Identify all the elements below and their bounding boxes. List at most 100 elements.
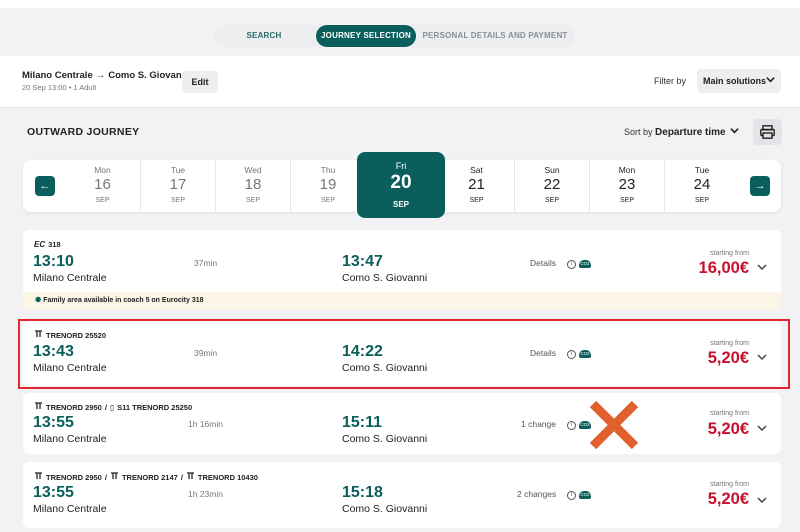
info-icon[interactable]: i [567,260,576,269]
day-number: 22 [543,176,561,193]
price: 5,20€ [707,420,749,438]
day-of-week: Tue [170,165,186,175]
month: SEP [320,197,335,204]
filter-select[interactable]: Main solutions [697,69,781,93]
day-of-week: Thu [320,165,336,175]
date-16[interactable]: Mon 16 SEP [65,160,140,212]
day-of-week: Wed [244,165,262,175]
train-number: S11 TRENORD 25250 [117,403,193,412]
co2-icon[interactable]: CO2 [579,491,591,499]
train-icon [186,472,194,479]
co2-icon[interactable]: CO2 [579,350,591,358]
day-number: 23 [618,176,636,193]
chevron-down-icon[interactable] [757,423,767,436]
details-link[interactable]: Details [530,258,556,268]
cross-mark-icon [589,400,639,450]
separator: / [180,473,183,482]
arrival-station: Como S. Giovanni [342,433,428,445]
solution-card[interactable]: TRENORD 2950/▯ S11 TRENORD 25250 13:55 Mi… [23,393,781,454]
route-arrow-icon: → [95,70,106,81]
train-icon [35,402,42,409]
month: SEP [95,197,110,204]
chevron-down-icon [766,69,775,93]
day-number: 21 [468,176,485,193]
date-24[interactable]: Tue 24 SEP [664,160,739,212]
details-link[interactable]: Details [530,348,556,358]
chevron-down-icon[interactable] [757,495,767,508]
train-info: TRENORD 2950/▯ S11 TRENORD 25250 [34,402,192,412]
date-selector: ← Mon 16 SEP Tue 17 SEP Wed 18 SEP Thu 19 SEP Fr… [23,152,781,218]
chevron-down-icon [730,128,739,134]
info-icon[interactable]: i [567,491,576,500]
starting-from-label: starting from [710,340,749,347]
month: SEP [694,197,709,204]
day-number: 19 [319,176,337,193]
day-number: 16 [94,176,111,193]
sort-control[interactable]: Sort by Departure time [624,126,739,138]
printer-icon [760,125,775,139]
metro-icon: ▯ [109,403,115,412]
starting-from-label: starting from [710,481,749,488]
day-of-week: Sun [544,165,560,175]
sort-value: Departure time [655,127,726,138]
family-icon: ⚉ [35,297,42,304]
step-personal-details-payment: PERSONAL DETAILS AND PAYMENT [422,31,568,40]
day-number: 20 [390,172,412,193]
day-of-week: Mon [94,165,111,175]
train-icon [35,472,42,479]
train-number: TRENORD 2950 [46,473,102,482]
print-button[interactable] [753,119,782,145]
month: SEP [544,197,559,204]
chevron-down-icon[interactable] [757,262,767,275]
changes-link[interactable]: 1 change [521,419,556,429]
arrival-station: Como S. Giovanni [342,503,428,515]
departure-time: 13:55 [33,484,74,501]
date-17[interactable]: Tue 17 SEP [140,160,215,212]
solution-card[interactable]: EC 318 13:10 Milano Centrale 37min 13:47 … [23,230,781,310]
day-number: 24 [693,176,711,193]
arrival-time: 15:11 [342,414,383,431]
train-number: 318 [48,240,61,249]
month: SEP [619,197,634,204]
chevron-down-icon[interactable] [757,352,767,365]
journey-duration: 1h 23min [188,489,223,499]
date-21[interactable]: Sat 21 SEP [439,160,514,212]
train-info: TRENORD 25520 [34,330,106,340]
separator: / [104,403,107,412]
search-summary-header: Milano Centrale → Como S. Giovanni 20 Sep … [0,56,800,108]
co2-icon[interactable]: CO2 [579,260,591,268]
date-22[interactable]: Sun 22 SEP [514,160,589,212]
arrival-station: Como S. Giovanni [342,362,428,374]
previous-date-button[interactable]: ← [35,176,55,196]
date-18[interactable]: Wed 18 SEP [215,160,290,212]
departure-station: Milano Centrale [33,362,107,374]
journey-duration: 39min [194,348,218,358]
price: 16,00€ [698,259,749,277]
day-of-week: Tue [694,165,710,175]
solution-card[interactable]: TRENORD 2950/TRENORD 2147/TRENORD 10430 … [23,462,781,528]
next-date-button[interactable]: → [750,176,770,196]
date-20-selected[interactable]: Fri 20 SEP [357,152,445,218]
filter-label: Filter by [654,76,687,86]
starting-from-label: starting from [710,410,749,417]
day-of-week: Mon [618,165,636,175]
step-search[interactable]: SEARCH [214,25,314,47]
filter-value: Main solutions [703,76,766,86]
sort-label: Sort by [624,127,653,137]
date-19[interactable]: Thu 19 SEP [290,160,365,212]
solution-card[interactable]: TRENORD 25520 13:43 Milano Centrale 39mi… [23,321,781,386]
banner-text: Family area available in coach 5 on Euro… [43,297,204,304]
departure-time: 13:10 [33,253,74,270]
info-icon[interactable]: i [567,421,576,430]
month: SEP [469,197,484,204]
departure-station: Milano Centrale [33,433,107,445]
date-23[interactable]: Mon 23 SEP [589,160,664,212]
edit-search-button[interactable]: Edit [182,71,218,93]
top-strip [0,0,800,8]
arrival-station: Como S. Giovanni [342,272,428,284]
info-icon[interactable]: i [567,350,576,359]
day-number: 17 [169,176,187,193]
changes-link[interactable]: 2 changes [517,489,556,499]
step-journey-selection[interactable]: JOURNEY SELECTION [316,25,416,47]
family-area-banner: ⚉ Family area available in coach 5 on Eu… [23,292,781,310]
